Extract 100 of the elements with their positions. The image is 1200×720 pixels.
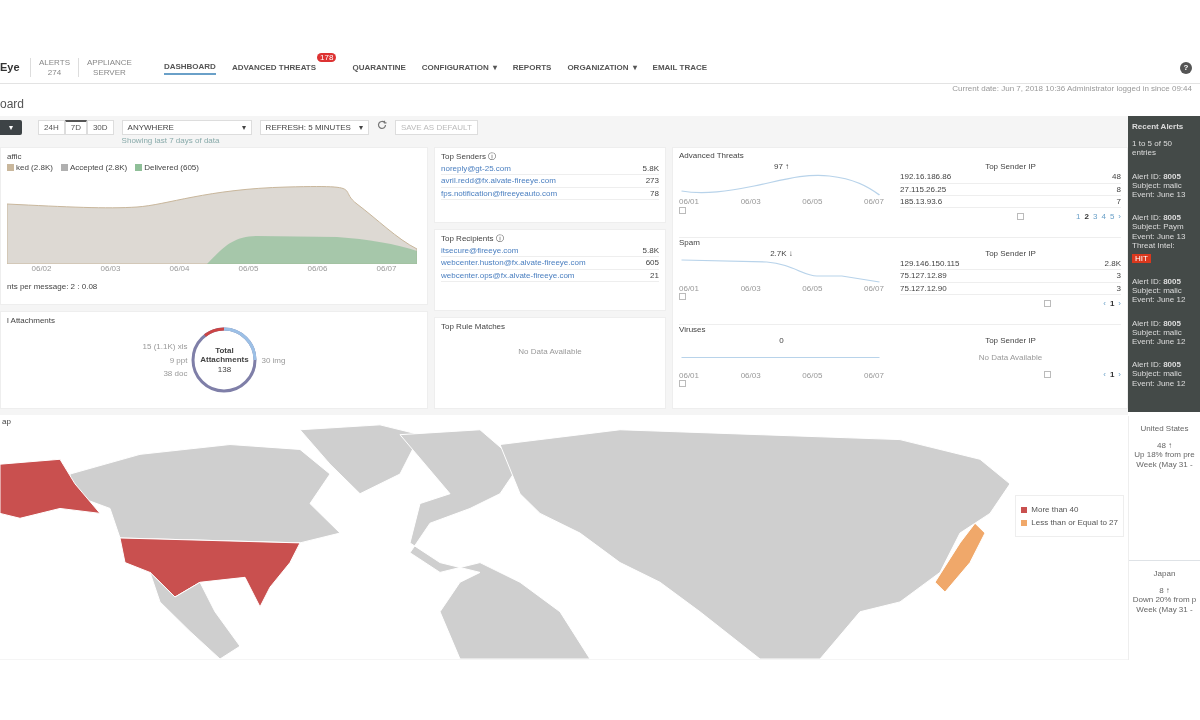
- count-text: 21: [650, 270, 659, 280]
- donut-center-title: Total Attachments: [199, 346, 250, 365]
- axis-label: 06/07: [863, 284, 884, 294]
- ip-text: 27.115.26.25: [900, 184, 947, 194]
- stat-label: APPLIANCE: [87, 58, 132, 68]
- axis-label: 06/03: [100, 264, 121, 274]
- legend-checkbox[interactable]: [60, 164, 68, 172]
- axis-label: 06/01: [679, 370, 700, 381]
- axis-label: 06/05: [238, 264, 259, 274]
- email-link[interactable]: itsecure@fireeye.com: [441, 246, 519, 256]
- count-text: 48: [1112, 172, 1121, 182]
- nav-tab[interactable]: QUARANTINE: [352, 60, 406, 75]
- alert-id: Alert ID: 8005: [1132, 171, 1182, 181]
- count-text: 5.8K: [642, 246, 659, 256]
- nav-tab[interactable]: ADVANCED THREATS: [231, 60, 317, 75]
- email-link[interactable]: avril.redd@fx.alvate-fireeye.com: [441, 176, 556, 186]
- sidebar-title: Recent Alerts: [1132, 122, 1185, 132]
- alert-event: Event: June 12: [1132, 337, 1187, 347]
- caret-icon: ▾: [241, 121, 246, 134]
- alert-subject: Subject: malic: [1132, 369, 1183, 379]
- help-button[interactable]: ?: [1180, 61, 1192, 74]
- alert-id: Alert ID: 8005: [1132, 318, 1182, 328]
- change-text: Down 20% from p: [1131, 595, 1198, 605]
- axis-label: 06/07: [863, 197, 884, 207]
- empty-text: No Data Available: [518, 347, 582, 357]
- table-title: Top Sender IP: [985, 162, 1036, 172]
- panel-title: Top Senders ⓘ: [441, 152, 498, 162]
- alert-event: Event: June 12: [1132, 378, 1187, 388]
- axis-label: 06/01: [679, 284, 700, 294]
- alert-id: Alert ID: 8005: [1132, 213, 1182, 223]
- page-title: oard: [0, 97, 25, 111]
- donut-label: 9 ppt: [169, 355, 188, 365]
- alert-subject: Subject: malic: [1132, 180, 1183, 190]
- country-name: Japan: [1152, 569, 1177, 579]
- nav-tab[interactable]: REPORTS: [512, 60, 552, 75]
- axis-label: 06/07: [376, 264, 397, 274]
- logo: Eye: [0, 61, 21, 74]
- refresh-dropdown[interactable]: REFRESH: 5 MINUTES ▾: [259, 120, 369, 135]
- legend-label: Less than or Equal to 27: [1031, 518, 1118, 528]
- range-tab[interactable]: 7D: [64, 120, 87, 135]
- alert-event: Event: June 13: [1132, 231, 1187, 241]
- page-link[interactable]: 2: [1084, 211, 1089, 222]
- count-text: 5.8K: [642, 164, 659, 174]
- legend-label: ked (2.8K): [16, 163, 53, 173]
- alert-event: Event: June 13: [1132, 189, 1187, 200]
- count-badge: 178: [317, 52, 337, 63]
- ip-text: 192.16.186.86: [900, 172, 952, 182]
- donut-label: 15 (1.1K) xls: [142, 342, 188, 352]
- entries-count: 1 to 5 of 50 entries: [1132, 139, 1174, 158]
- legend-label: Accepted (2.8K): [69, 163, 128, 173]
- donut-label: 38 doc: [163, 368, 188, 378]
- range-tab[interactable]: 24H: [38, 120, 65, 135]
- count-text: 2.8K: [1104, 259, 1121, 269]
- location-dropdown[interactable]: ANYWHERE ▾: [121, 120, 252, 135]
- empty-text: No Data Available: [978, 352, 1043, 362]
- donut-label: 30 img: [261, 355, 286, 365]
- alert-id: Alert ID: 8005: [1132, 360, 1182, 370]
- axis-label: 06/07: [863, 370, 884, 381]
- count-text: 3: [1116, 283, 1121, 293]
- count-text: 3: [1116, 271, 1121, 281]
- stat-label: ALERTS: [39, 58, 70, 68]
- panel-title: Advanced Threats: [679, 151, 745, 161]
- nav-tab[interactable]: ORGANIZATION ▾: [567, 60, 637, 75]
- range-tab[interactable]: 30D: [86, 120, 114, 135]
- hit-badge: HIT: [1132, 253, 1151, 264]
- page-link[interactable]: 1: [1109, 370, 1115, 380]
- metric-value: 2.7K ↓: [770, 249, 793, 258]
- nav-tab[interactable]: EMAIL TRACE: [652, 60, 708, 75]
- count-text: 78: [650, 188, 659, 198]
- caret-icon: ▾: [492, 62, 497, 72]
- email-link[interactable]: webcenter.ops@fx.alvate-fireeye.com: [441, 270, 575, 280]
- period-text: Week (May 31 -: [1135, 604, 1194, 614]
- nav-tab[interactable]: DASHBOARD: [163, 59, 216, 76]
- change-text: Up 18% from pre: [1133, 450, 1196, 460]
- table-title: Top Sender IP: [985, 249, 1036, 258]
- page-link[interactable]: 1: [1109, 298, 1115, 308]
- axis-label: 06/06: [307, 264, 328, 274]
- alert-event: Event: June 12: [1132, 295, 1187, 305]
- status-text: Current date: Jun 7, 2018 10:36 Administrator logged in since 09:44: [952, 84, 1192, 93]
- period-text: Week (May 31 -: [1135, 459, 1194, 469]
- donut-center-value: 138: [216, 364, 233, 374]
- ip-text: 75.127.12.90: [900, 283, 947, 293]
- legend-checkbox[interactable]: [7, 164, 14, 172]
- axis-label: 06/05: [802, 370, 823, 381]
- panel-title: ap: [2, 417, 11, 427]
- panel-title: affic: [7, 152, 23, 162]
- legend-label: Delivered (605): [144, 163, 199, 173]
- panel-title: Spam: [679, 237, 701, 247]
- count-text: 8: [1116, 184, 1121, 194]
- email-link[interactable]: fps.notification@fireeyeauto.com: [441, 188, 558, 198]
- caret-icon: ▾: [632, 62, 637, 72]
- refresh-icon[interactable]: [376, 120, 387, 130]
- email-link[interactable]: noreply@gt-25.com: [441, 164, 511, 174]
- ip-text: 129.146.150.115: [900, 259, 960, 269]
- country-value: 48 ↑: [1155, 441, 1174, 451]
- legend-checkbox[interactable]: [135, 164, 143, 172]
- panel-title: Top Recipients ⓘ: [441, 234, 505, 244]
- nav-tab[interactable]: CONFIGURATION ▾: [421, 60, 497, 75]
- email-link[interactable]: webcenter.huston@fx.alvate-fireeye.com: [441, 258, 586, 268]
- menu-button[interactable]: ▾: [0, 120, 22, 135]
